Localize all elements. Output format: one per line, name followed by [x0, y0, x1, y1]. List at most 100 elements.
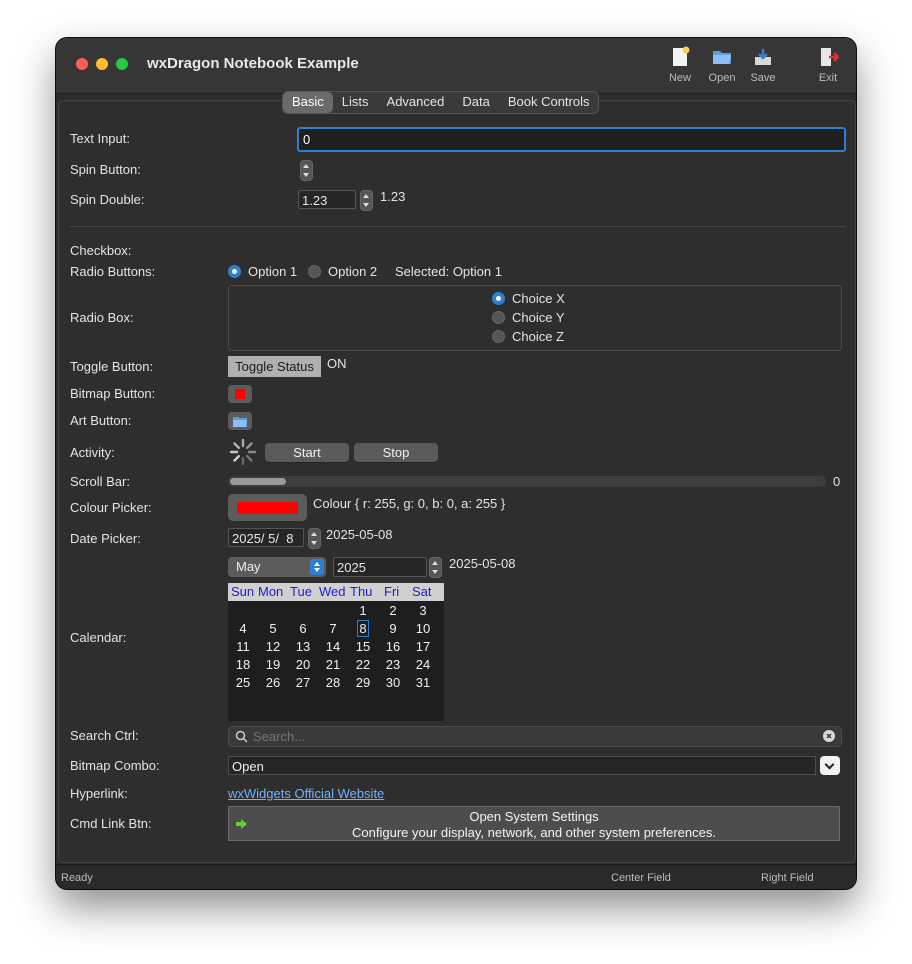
radio-choice-z[interactable] [492, 330, 505, 343]
date-picker-stepper[interactable] [308, 528, 321, 549]
bitmap-button[interactable] [228, 385, 252, 403]
cmd-link-label: Cmd Link Btn: [70, 816, 152, 831]
calendar-day[interactable]: 26 [258, 675, 288, 690]
radio-choice-x[interactable] [492, 292, 505, 305]
exit-icon [817, 46, 840, 68]
toolbar-new-label: New [668, 72, 691, 84]
toolbar-exit-label: Exit [818, 72, 838, 84]
activity-spinner-icon [229, 438, 257, 466]
calendar-month-select[interactable]: May [228, 557, 326, 577]
calendar-day[interactable]: 28 [318, 675, 348, 690]
date-picker-label: Date Picker: [70, 531, 141, 546]
colour-picker-button[interactable] [228, 494, 307, 521]
scroll-thumb[interactable] [230, 478, 286, 485]
calendar-day[interactable]: 6 [288, 621, 318, 636]
tab-data[interactable]: Data [453, 92, 498, 113]
calendar-day[interactable]: 5 [258, 621, 288, 636]
close-window-button[interactable] [76, 58, 88, 70]
date-picker-field[interactable]: 2025/ 5/ 8 [228, 528, 304, 547]
radio-box-label: Radio Box: [70, 310, 134, 325]
calendar-day[interactable]: 2 [378, 603, 408, 618]
calendar-day[interactable]: 3 [408, 603, 438, 618]
text-input[interactable]: 0 [297, 127, 846, 152]
checkbox-label: Checkbox: [70, 243, 132, 258]
calendar-day[interactable]: 17 [408, 639, 438, 654]
calendar-day[interactable]: 11 [228, 639, 258, 654]
spin-button[interactable] [300, 160, 313, 181]
calendar-day[interactable]: 27 [288, 675, 318, 690]
art-button[interactable] [228, 412, 252, 430]
tab-basic[interactable]: Basic [283, 92, 333, 113]
chevron-down-icon[interactable] [820, 756, 840, 775]
toolbar-new-button[interactable]: New [660, 46, 700, 84]
day-name-fri: Fri [384, 584, 400, 599]
tab-book-controls[interactable]: Book Controls [499, 92, 599, 113]
calendar-day[interactable]: 14 [318, 639, 348, 654]
new-document-icon [669, 46, 691, 68]
calendar-day[interactable]: 1 [348, 603, 378, 618]
search-icon [235, 730, 248, 743]
spin-double-value: 1.23 [380, 189, 406, 204]
notebook-tabs: Basic Lists Advanced Data Book Controls [282, 91, 600, 114]
calendar-day[interactable]: 10 [408, 621, 438, 636]
calendar-day[interactable]: 20 [288, 657, 318, 672]
scroll-bar-label: Scroll Bar: [70, 474, 130, 489]
spin-double-stepper[interactable] [360, 190, 373, 211]
status-bar: Ready Center Field Right Field [56, 864, 856, 889]
calendar-day[interactable]: 18 [228, 657, 258, 672]
calendar-month-value: May [236, 559, 261, 574]
day-name-mon: Mon [258, 584, 284, 599]
calendar-day[interactable]: 19 [258, 657, 288, 672]
calendar-day[interactable]: 25 [228, 675, 258, 690]
bitmap-combo-field[interactable]: Open [228, 756, 816, 775]
calendar-day[interactable]: 23 [378, 657, 408, 672]
calendar-grid: Sun Mon Tue Wed Thu Fri Sat 1 2 3 4 5 6 7 8 9 10 1… [228, 583, 444, 721]
calendar-day[interactable]: 21 [318, 657, 348, 672]
calendar-day[interactable]: 12 [258, 639, 288, 654]
calendar-day[interactable]: 24 [408, 657, 438, 672]
command-link-button[interactable]: Open System Settings Configure your disp… [228, 806, 840, 841]
colour-swatch [237, 502, 298, 514]
calendar-year-field[interactable]: 2025 [333, 557, 427, 577]
scroll-bar-value: 0 [833, 474, 841, 489]
calendar-day[interactable]: 4 [228, 621, 258, 636]
calendar-day[interactable]: 22 [348, 657, 378, 672]
toolbar-save-button[interactable]: Save [743, 46, 783, 84]
bitmap-combo-label: Bitmap Combo: [70, 758, 160, 773]
radio-choice-y-label: Choice Y [512, 310, 565, 325]
start-button[interactable]: Start [265, 443, 349, 462]
calendar-day[interactable]: 8 [348, 620, 378, 637]
search-ctrl[interactable] [228, 726, 842, 747]
calendar-day[interactable]: 7 [318, 621, 348, 636]
main-window: wxDragon Notebook Example New Open Save … [56, 38, 856, 889]
calendar-year-stepper[interactable] [429, 557, 442, 578]
calendar-day[interactable]: 29 [348, 675, 378, 690]
radio-choice-y[interactable] [492, 311, 505, 324]
scroll-bar[interactable] [228, 476, 826, 487]
text-input-label: Text Input: [70, 131, 130, 146]
search-input[interactable] [253, 727, 813, 746]
status-right: Right Field [761, 872, 814, 884]
toggle-status-button[interactable]: Toggle Status [228, 356, 321, 377]
calendar-day[interactable]: 16 [378, 639, 408, 654]
wxwidgets-hyperlink[interactable]: wxWidgets Official Website [228, 786, 384, 801]
stop-button[interactable]: Stop [354, 443, 438, 462]
calendar-day[interactable]: 30 [378, 675, 408, 690]
radio-option-2[interactable] [308, 265, 321, 278]
red-square-icon [235, 389, 245, 399]
calendar-day[interactable]: 15 [348, 639, 378, 654]
clear-search-icon[interactable] [823, 730, 835, 742]
calendar-label: Calendar: [70, 630, 127, 645]
zoom-window-button[interactable] [116, 58, 128, 70]
spin-double-field[interactable]: 1.23 [298, 190, 356, 209]
toolbar-exit-button[interactable]: Exit [808, 46, 848, 84]
calendar-day[interactable]: 9 [378, 621, 408, 636]
tab-lists[interactable]: Lists [333, 92, 378, 113]
toolbar-open-button[interactable]: Open [702, 46, 742, 84]
radio-option-1[interactable] [228, 265, 241, 278]
calendar-day[interactable]: 31 [408, 675, 438, 690]
calendar-day[interactable]: 13 [288, 639, 318, 654]
tab-advanced[interactable]: Advanced [378, 92, 454, 113]
minimize-window-button[interactable] [96, 58, 108, 70]
folder-icon [233, 417, 247, 427]
